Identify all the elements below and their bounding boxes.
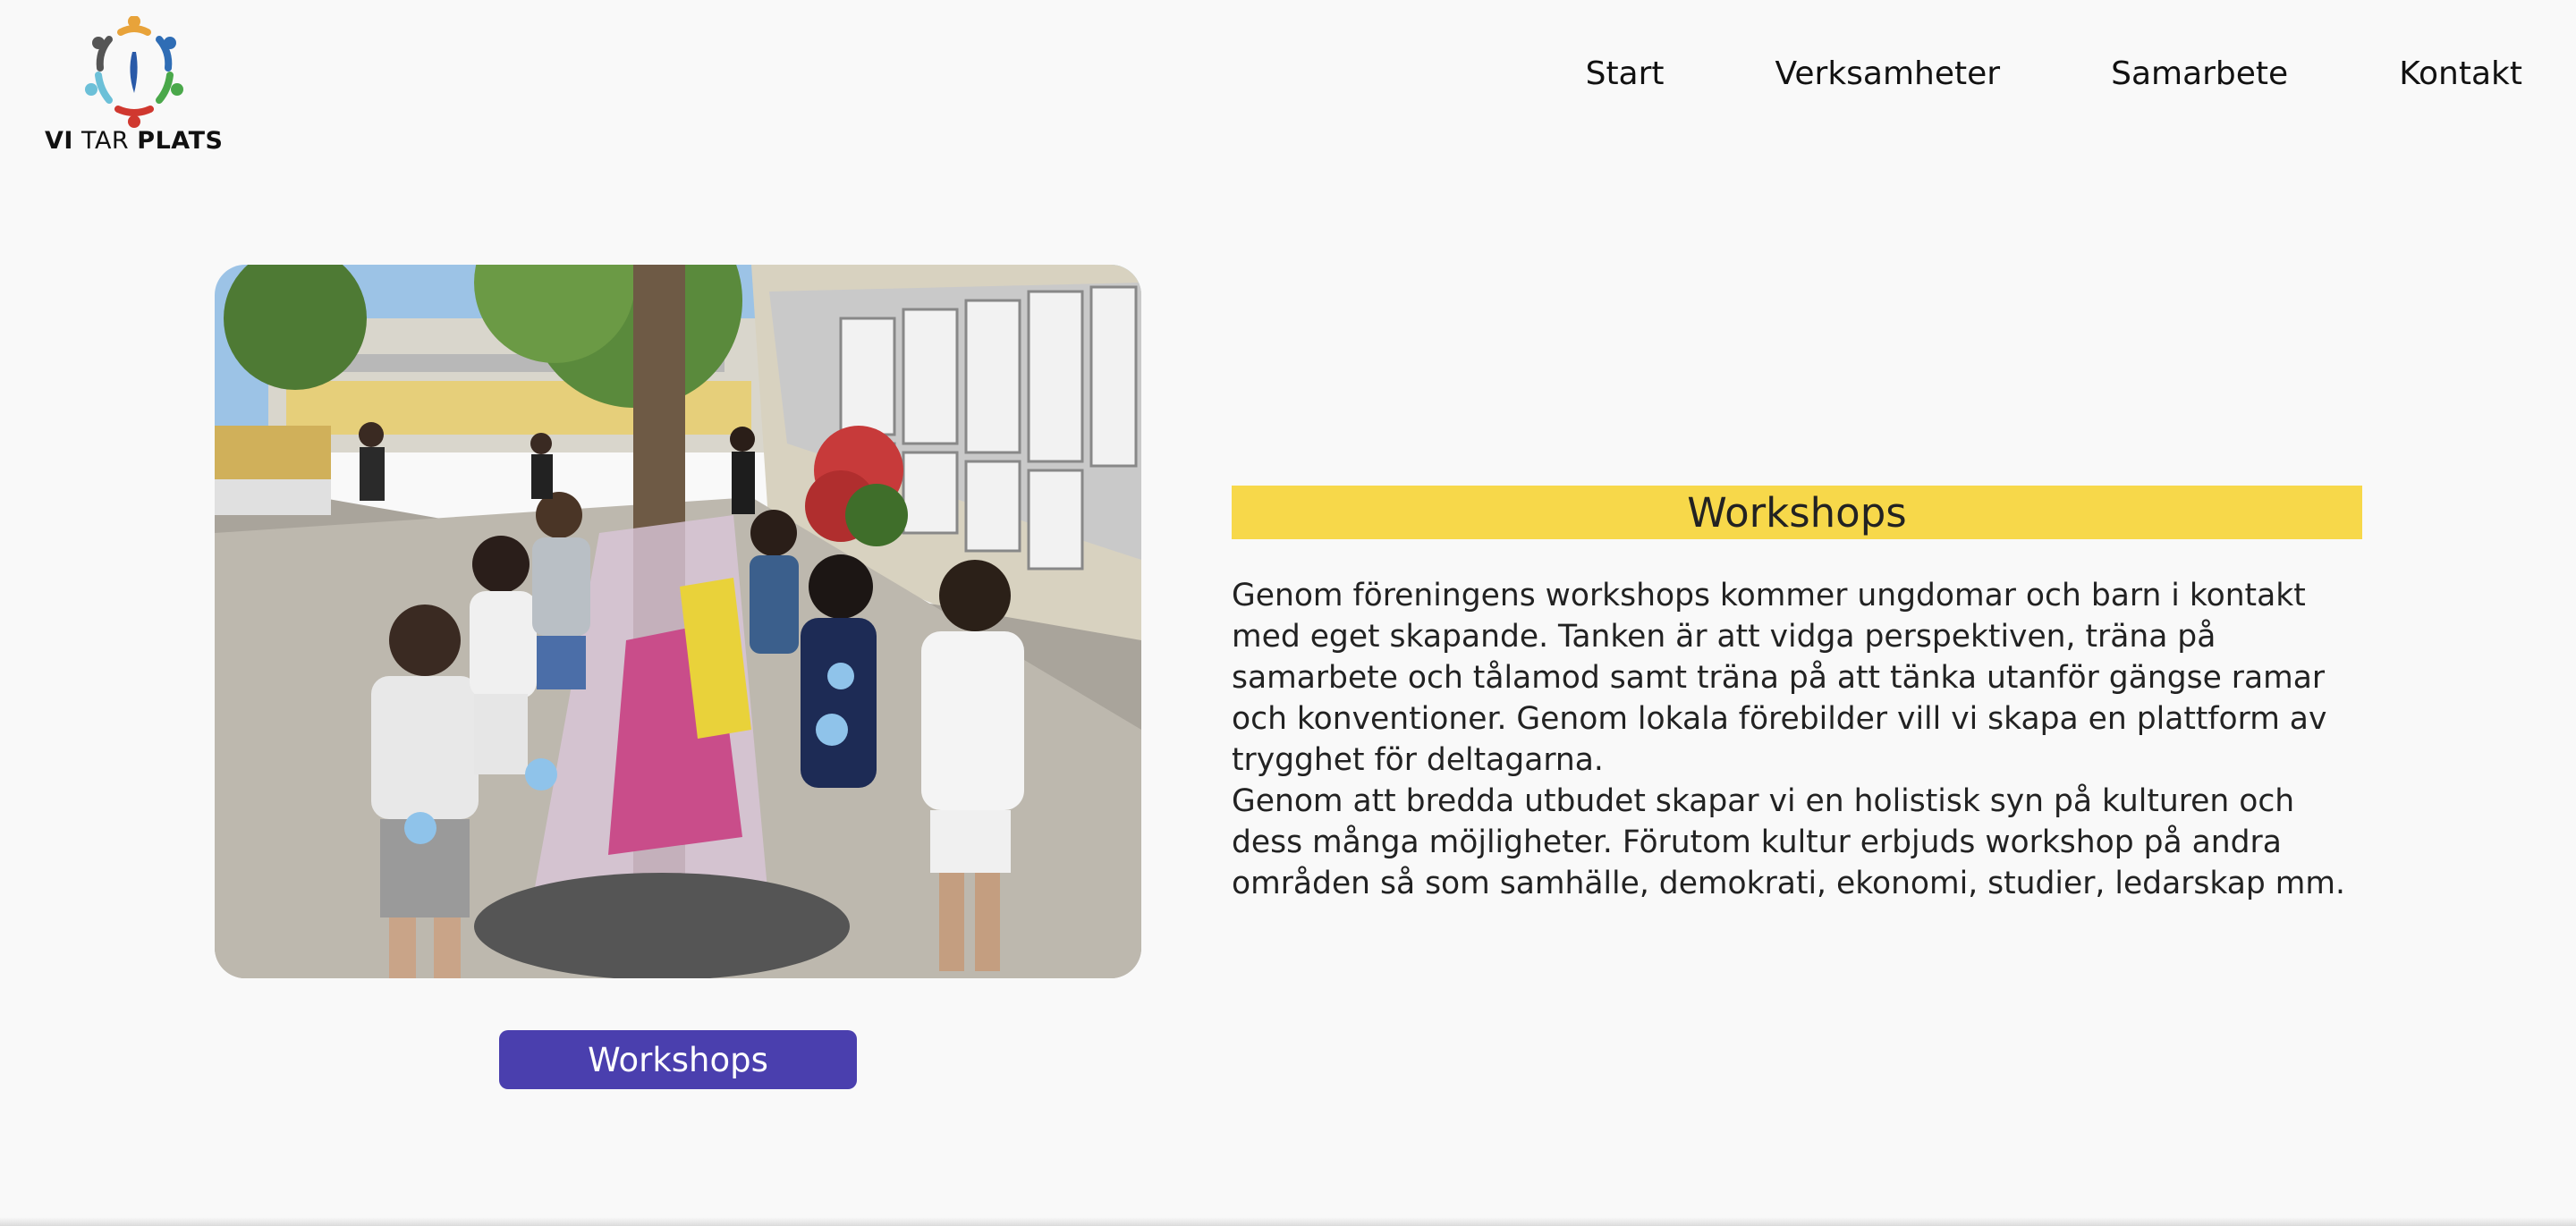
section-title: Workshops (1687, 488, 1907, 537)
nav-item-samarbete[interactable]: Samarbete (2111, 55, 2288, 92)
section-body: Genom föreningens workshops kommer ungdo… (1232, 575, 2362, 904)
section-heading-bar: Workshops (1232, 486, 2362, 539)
workshop-photo (215, 265, 1141, 978)
logo-text: VI TAR PLATS (45, 127, 233, 155)
logo-text-vi: VI (45, 127, 73, 155)
section-paragraph-2: Genom att bredda utbudet skapar vi en ho… (1232, 783, 2345, 901)
site-logo[interactable]: VI TAR PLATS (45, 16, 224, 155)
workshops-button[interactable]: Workshops (499, 1030, 857, 1089)
workshop-photo-image (215, 265, 1141, 978)
page-bottom-shadow (0, 1217, 2576, 1226)
nav-item-verksamheter[interactable]: Verksamheter (1775, 55, 2001, 92)
logo-text-tar: TAR (81, 127, 130, 155)
nav-item-kontakt[interactable]: Kontakt (2399, 55, 2522, 92)
page: VI TAR PLATS Start Verksamheter Samarbet… (0, 0, 2576, 1226)
logo-text-plats: PLATS (137, 127, 224, 155)
main-nav: Start Verksamheter Samarbete Kontakt (1586, 55, 2522, 92)
people-circle-logo-icon (85, 16, 183, 128)
nav-item-start[interactable]: Start (1586, 55, 1665, 92)
section-paragraph-1: Genom föreningens workshops kommer ungdo… (1232, 578, 2327, 778)
